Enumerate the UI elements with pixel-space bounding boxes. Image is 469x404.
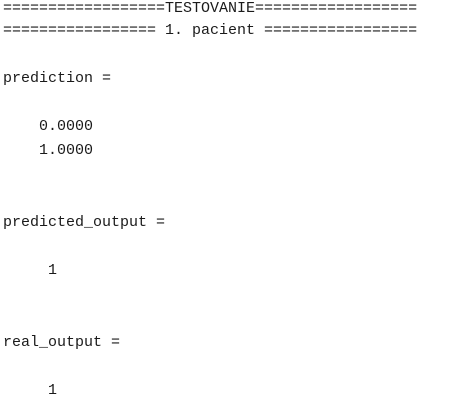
testovanie-header-line: ==================TESTOVANIE============… (3, 0, 418, 17)
prediction-value-2: 1.0000 (3, 142, 94, 159)
prediction-label: prediction = (3, 70, 112, 87)
real-output-value: 1 (3, 382, 58, 399)
real-output-label: real_output = (3, 334, 121, 351)
predicted-output-label: predicted_output = (3, 214, 166, 231)
command-window-output: ==================TESTOVANIE============… (0, 0, 469, 404)
prediction-value-1: 0.0000 (3, 118, 94, 135)
predicted-output-value: 1 (3, 262, 58, 279)
patient-header-line: ================= 1. pacient ===========… (3, 22, 418, 39)
